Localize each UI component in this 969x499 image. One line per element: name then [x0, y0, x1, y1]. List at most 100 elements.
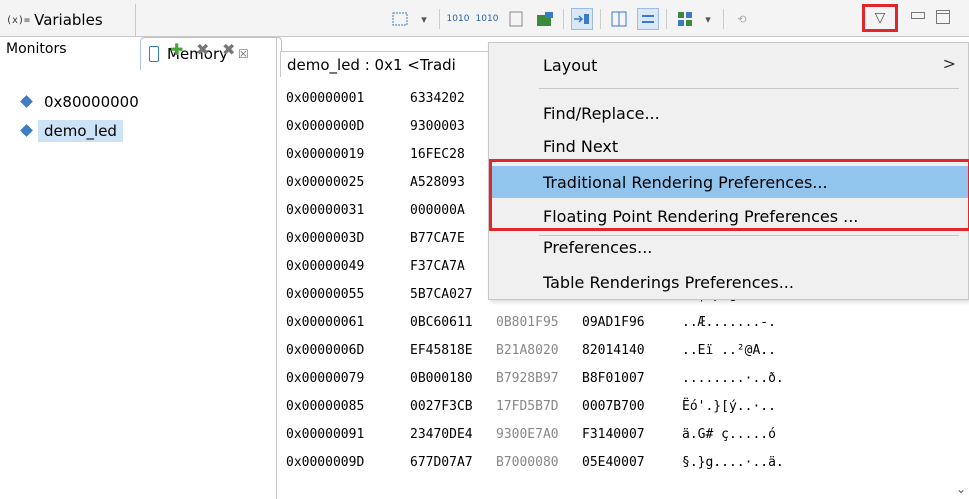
menu-item-layout[interactable]: Layout > — [489, 49, 968, 81]
menu-item-find-replace[interactable]: Find/Replace... — [489, 97, 968, 129]
memory-ascii[interactable]: ä.G# ç.....ó — [682, 427, 776, 442]
monitor-item-label: 0x80000000 — [44, 93, 139, 111]
tab-variables-label: Variables — [34, 11, 103, 29]
binary-icon-2[interactable]: 1010 — [476, 8, 499, 30]
table-row[interactable]: 0x00000061 0BC60611 0B801F95 09AD1F96 ..Æ...… — [286, 308, 776, 336]
view-menu-icon: ▽ — [874, 10, 886, 26]
memory-value[interactable]: A528093 — [410, 175, 496, 190]
memory-address: 0x00000085 — [286, 398, 365, 414]
memory-value[interactable]: B21A8020 — [496, 343, 582, 358]
memory-ascii[interactable]: ........·..ð. — [682, 371, 784, 386]
memory-address: 0x00000031 — [286, 202, 365, 218]
memory-value[interactable]: 16FEC28 — [410, 147, 496, 162]
chevron-down-icon[interactable]: ▾ — [703, 8, 713, 30]
monitor-icon — [20, 95, 33, 108]
tab-variables[interactable]: (x)= Variables — [0, 4, 136, 36]
monitors-header: Monitors ✚ ✖ ✖ — [0, 37, 276, 61]
layout-icon[interactable] — [674, 8, 696, 30]
memory-value[interactable]: 0B000180 — [410, 371, 496, 386]
variables-icon: (x)= — [6, 14, 31, 26]
menu-item-label: Find/Replace... — [543, 103, 660, 123]
monitor-item[interactable]: 0x80000000 — [20, 91, 139, 113]
chevron-down-icon[interactable]: ▾ — [419, 8, 429, 30]
memory-value[interactable]: F3140007 — [582, 427, 682, 442]
monitors-title: Monitors — [6, 41, 67, 57]
monitor-item[interactable]: demo_led — [20, 120, 123, 142]
memory-value[interactable]: B7928B97 — [496, 371, 582, 386]
menu-item-find-next[interactable]: Find Next — [489, 130, 968, 162]
memory-address: 0x00000091 — [286, 426, 365, 442]
memory-value[interactable]: 677D07A7 — [410, 455, 496, 470]
refresh-icon[interactable]: ⟲ — [731, 8, 753, 30]
minimize-icon[interactable] — [910, 10, 925, 24]
memory-ascii[interactable]: §.}g....·..ä. — [682, 455, 784, 470]
menu-item-label: Table Renderings Preferences... — [543, 272, 794, 292]
memory-value[interactable]: 82014140 — [582, 343, 682, 358]
monitor-icon — [20, 124, 33, 137]
table-row[interactable]: 0x0000009D 677D07A7 B7000080 05E40007 §.}g..… — [286, 448, 784, 476]
memory-value[interactable]: 000000A — [410, 203, 496, 218]
view-menu-button[interactable]: ▽ — [862, 4, 898, 32]
import-icon[interactable] — [534, 8, 556, 30]
menu-separator — [539, 88, 959, 89]
chevron-right-icon: > — [942, 54, 956, 73]
memory-value[interactable]: 09AD1F96 — [582, 315, 682, 330]
memory-value[interactable]: 5B7CA027 — [410, 287, 496, 302]
menu-item-table-renderings-preferences[interactable]: Table Renderings Preferences... — [489, 266, 968, 298]
memory-value[interactable]: 0027F3CB — [410, 399, 496, 414]
link-icon[interactable] — [571, 8, 593, 30]
memory-value[interactable]: 6334202 — [410, 91, 496, 106]
remove-monitor-icon[interactable]: ✖ — [196, 40, 209, 59]
memory-value[interactable]: F37CA7A — [410, 259, 496, 274]
table-row[interactable]: 0x0000006D EF45818E B21A8020 82014140 ..Eï .… — [286, 336, 776, 364]
memory-address: 0x00000061 — [286, 314, 365, 330]
remove-all-monitors-icon[interactable]: ✖ — [222, 40, 235, 59]
memory-value[interactable]: 0B801F95 — [496, 315, 582, 330]
toolbar: ▾ 1010 1010 ▾ ⟲ — [390, 6, 760, 32]
memory-value[interactable]: 9300003 — [410, 119, 496, 134]
toolbar-separator — [600, 9, 601, 29]
memory-address: 0x00000055 — [286, 286, 365, 302]
memory-ascii[interactable]: ..Æ.......-. — [682, 315, 776, 330]
memory-address: 0x0000009D — [286, 454, 365, 470]
table-row[interactable]: 0x00000091 23470DE4 9300E7A0 F3140007 ä.G# ç… — [286, 420, 776, 448]
memory-value[interactable]: 0BC60611 — [410, 315, 496, 330]
memory-value[interactable]: 9300E7A0 — [496, 427, 582, 442]
memory-value[interactable]: 23470DE4 — [410, 427, 496, 442]
rendering-tab[interactable]: demo_led : 0x1 <Tradi — [280, 51, 510, 77]
columns-icon[interactable] — [608, 8, 630, 30]
menu-item-preferences[interactable]: Preferences... — [489, 231, 968, 263]
memory-value[interactable]: B7000080 — [496, 455, 582, 470]
memory-address: 0x0000003D — [286, 230, 365, 246]
memory-ascii[interactable]: ..Eï ..²@A.. — [682, 343, 776, 358]
export-icon[interactable] — [505, 8, 527, 30]
memory-value[interactable]: 0007B700 — [582, 399, 682, 414]
memory-ascii[interactable]: Ëó'.}[ý..·.. — [682, 399, 776, 414]
toolbar-separator — [563, 9, 564, 29]
annotation-box — [489, 159, 969, 231]
add-monitor-icon[interactable]: ✚ — [170, 40, 183, 59]
menu-item-label: Layout — [543, 55, 598, 75]
memory-address: 0x00000025 — [286, 174, 365, 190]
memory-address: 0x0000006D — [286, 342, 365, 358]
menu-item-label: Preferences... — [543, 237, 653, 257]
memory-address: 0x0000000D — [286, 118, 365, 134]
binary-icon-1[interactable]: 1010 — [447, 8, 470, 30]
memory-value[interactable]: EF45818E — [410, 343, 496, 358]
memory-address: 0x00000001 — [286, 90, 365, 106]
memory-value[interactable]: 05E40007 — [582, 455, 682, 470]
toolbar-separator — [666, 9, 667, 29]
menu-item-label: Find Next — [543, 136, 619, 156]
table-row[interactable]: 0x00000085 0027F3CB 17FD5B7D 0007B700 Ëó'.}[… — [286, 392, 776, 420]
memory-value[interactable]: B77CA7E — [410, 231, 496, 246]
rendering-tab-label: demo_led : 0x1 <Tradi — [287, 55, 456, 74]
tab-bar: (x)= Variables Memory ☒ ▾ 1010 1010 ▾ ⟲ … — [0, 0, 969, 70]
memory-value[interactable]: B8F01007 — [582, 371, 682, 386]
memory-value[interactable]: 17FD5B7D — [496, 399, 582, 414]
toggle-icon[interactable] — [637, 8, 659, 30]
new-memory-view-icon[interactable] — [390, 8, 412, 30]
maximize-icon[interactable] — [936, 10, 950, 24]
table-row[interactable]: 0x00000079 0B000180 B7928B97 B8F01007......… — [286, 364, 784, 392]
scroll-down-icon[interactable]: ⌄ — [956, 482, 966, 496]
toolbar-separator — [723, 9, 724, 29]
